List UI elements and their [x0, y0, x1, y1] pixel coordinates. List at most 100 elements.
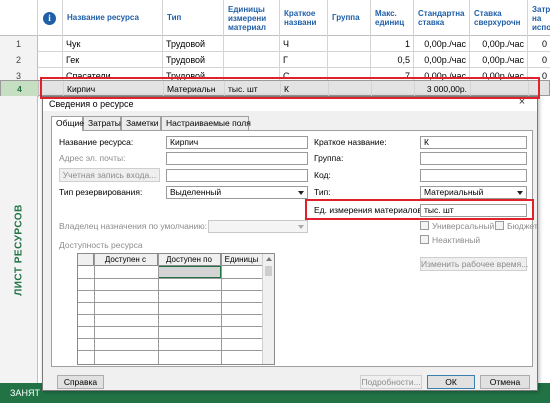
chevron-down-icon	[298, 225, 304, 229]
highlight-frame	[305, 199, 534, 220]
login-account-input[interactable]	[166, 169, 308, 182]
dialog-title: Сведения о ресурсе	[43, 97, 537, 111]
tab-notes[interactable]: Заметки	[121, 116, 161, 130]
sheet-header: i Название ресурса Тип Единицы измерени …	[0, 0, 550, 36]
status-text: ЗАНЯТ	[10, 388, 40, 398]
type-value: Материальный	[424, 187, 484, 197]
cell-std-rate[interactable]: 0,00р./час	[414, 36, 470, 52]
inactive-checkbox[interactable]	[420, 235, 429, 244]
booking-type-select[interactable]: Выделенный	[166, 186, 308, 199]
indicator-header[interactable]: i	[38, 0, 63, 36]
chevron-down-icon	[298, 191, 304, 195]
booking-type-label: Тип резервирования:	[59, 187, 143, 197]
tab-general[interactable]: Общие	[51, 116, 84, 131]
table-row[interactable]: 2 Гек Трудовой Г 0,5 0,00р./час 0,00р./ч…	[0, 52, 550, 68]
email-input[interactable]	[166, 152, 308, 165]
type-select[interactable]: Материальный	[420, 186, 527, 199]
cell-ovt-rate[interactable]: 0,00р./час	[470, 52, 528, 68]
tab-custom-fields[interactable]: Настраиваемые поля	[161, 116, 251, 130]
cell-type[interactable]: Трудовой	[163, 36, 224, 52]
grid-row-line	[78, 338, 264, 339]
grid-row-line	[78, 290, 264, 291]
col-header-max[interactable]: Макс. единиц	[371, 0, 414, 36]
help-button[interactable]: Справка	[57, 375, 104, 389]
scroll-thumb[interactable]	[265, 266, 272, 276]
col-header-std-rate[interactable]: Стандартна ставка	[414, 0, 470, 36]
short-name-label: Краткое название:	[314, 137, 387, 147]
booking-type-value: Выделенный	[170, 187, 222, 197]
generic-checkbox[interactable]	[420, 221, 429, 230]
view-label-text: ЛИСТ РЕСУРСОВ	[13, 204, 25, 296]
cell-name[interactable]: Гек	[63, 52, 163, 68]
cell-cost[interactable]: 0	[528, 36, 550, 52]
cancel-button[interactable]: Отмена	[480, 375, 530, 389]
cell-group[interactable]	[328, 52, 371, 68]
cell-max[interactable]: 0,5	[371, 52, 414, 68]
cell-group[interactable]	[328, 36, 371, 52]
grid-col-line	[158, 254, 159, 364]
indicator-cell	[38, 52, 63, 68]
grid-col-line	[221, 254, 222, 364]
short-name-input[interactable]: К	[420, 136, 527, 149]
highlight-frame-row	[40, 77, 540, 99]
indicator-cell	[38, 36, 63, 52]
col-header-type[interactable]: Тип	[163, 0, 224, 36]
group-input[interactable]	[420, 152, 527, 165]
scroll-up-icon[interactable]	[266, 257, 272, 261]
col-header-short[interactable]: Краткое названи	[280, 0, 328, 36]
budget-label: Бюджет	[507, 221, 538, 231]
grid-header-from[interactable]: Доступен с	[94, 254, 158, 266]
cell-ovt-rate[interactable]: 0,00р./час	[470, 36, 528, 52]
code-input[interactable]	[420, 169, 527, 182]
cell-std-rate[interactable]: 0,00р./час	[414, 52, 470, 68]
row-number[interactable]: 2	[0, 52, 38, 68]
info-icon: i	[43, 12, 56, 25]
grid-row-line	[78, 314, 264, 315]
type-label: Тип:	[314, 187, 331, 197]
grid-row-line	[78, 302, 264, 303]
cell-name[interactable]: Чук	[63, 36, 163, 52]
row-number[interactable]: 4	[1, 81, 39, 97]
change-working-time-button[interactable]: Изменить рабочее время...	[420, 257, 528, 271]
col-header-ovt-rate[interactable]: Ставка сверхурочн	[470, 0, 528, 36]
details-button[interactable]: Подробности...	[360, 375, 422, 389]
availability-grid[interactable]: Доступен с Доступен по Единицы	[77, 253, 275, 365]
generic-label: Универсальный	[432, 221, 495, 231]
row-number[interactable]: 1	[0, 36, 38, 52]
group-label: Группа:	[314, 153, 344, 163]
grid-scrollbar[interactable]	[262, 254, 274, 364]
budget-checkbox[interactable]	[495, 221, 504, 230]
view-label: ЛИСТ РЕСУРСОВ	[0, 150, 38, 350]
grid-corner	[78, 254, 94, 266]
chevron-down-icon	[517, 191, 523, 195]
resource-name-input[interactable]: Кирпич	[166, 136, 308, 149]
resource-name-label: Название ресурса:	[59, 137, 134, 147]
col-header-name[interactable]: Название ресурса	[63, 0, 163, 36]
tab-costs[interactable]: Затраты	[83, 116, 121, 130]
row-number-header	[0, 0, 38, 36]
login-account-button[interactable]: Учетная запись входа...	[59, 168, 160, 182]
cell-short[interactable]: Ч	[280, 36, 328, 52]
general-panel: Название ресурса: Кирпич Адрес эл. почты…	[51, 130, 538, 367]
grid-row-line	[78, 326, 264, 327]
table-row[interactable]: 1 Чук Трудовой Ч 1 0,00р./час 0,00р./час…	[0, 36, 550, 52]
grid-col-line	[94, 254, 95, 364]
default-owner-select[interactable]	[208, 220, 308, 233]
grid-header-to[interactable]: Доступен по	[158, 254, 221, 266]
cell-max[interactable]: 1	[371, 36, 414, 52]
cell-cost[interactable]: 0	[528, 52, 550, 68]
grid-header-units[interactable]: Единицы	[221, 254, 263, 266]
col-header-cost[interactable]: Затр на испо	[528, 0, 550, 36]
code-label: Код:	[314, 170, 331, 180]
cell-units[interactable]	[224, 36, 280, 52]
col-header-units[interactable]: Единицы измерени материал	[224, 0, 280, 36]
inactive-label: Неактивный	[432, 235, 481, 245]
grid-active-cell[interactable]	[158, 266, 221, 278]
cell-type[interactable]: Трудовой	[163, 52, 224, 68]
ok-button[interactable]: ОК	[427, 375, 475, 389]
cell-units[interactable]	[224, 52, 280, 68]
grid-row-line	[78, 278, 264, 279]
col-header-group[interactable]: Группа	[328, 0, 371, 36]
default-owner-label: Владелец назначения по умолчанию:	[59, 221, 208, 231]
cell-short[interactable]: Г	[280, 52, 328, 68]
